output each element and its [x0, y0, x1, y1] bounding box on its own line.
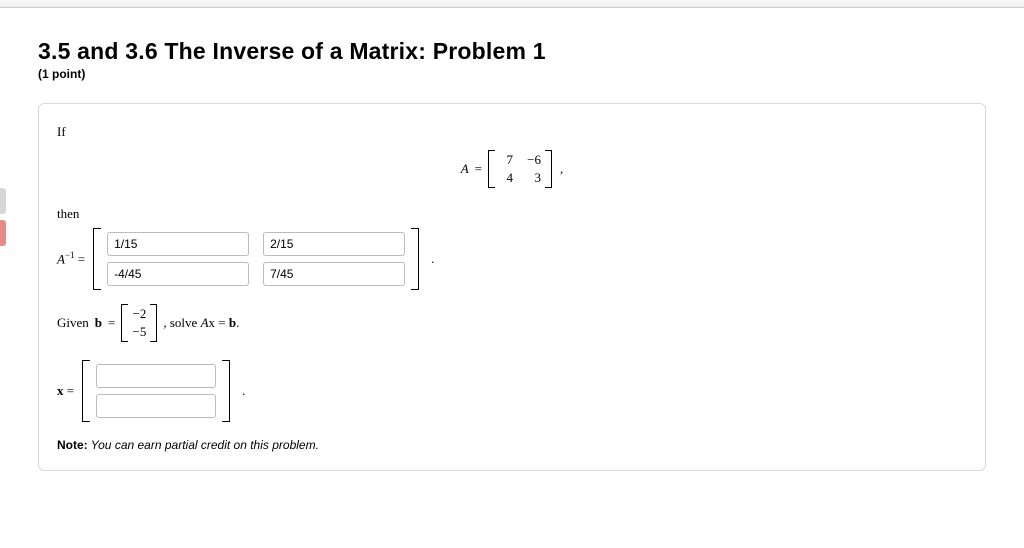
matrix-A: 7 −6 4 3: [488, 150, 552, 188]
toolbar-divider: [0, 0, 1024, 8]
problem-points: (1 point): [38, 67, 986, 81]
A-inverse-row: A−1 = .: [57, 228, 967, 290]
A-inverse-matrix: [93, 228, 419, 290]
if-text: If: [57, 124, 967, 140]
Ainv-period: .: [427, 251, 434, 267]
Ainv-input-r2c2[interactable]: [263, 262, 405, 286]
given-text: Given: [57, 315, 89, 331]
then-text: then: [57, 206, 967, 222]
Ainv-input-r1c2[interactable]: [263, 232, 405, 256]
x-label: x =: [57, 383, 74, 399]
A-r2c2: 3: [527, 170, 541, 186]
x-vector-inputs: [82, 360, 230, 422]
equals-sign-b: =: [108, 315, 115, 331]
matrix-A-definition: A = 7 −6 4 3 ,: [57, 150, 967, 188]
x-period: .: [238, 383, 245, 399]
A-r1c1: 7: [499, 152, 513, 168]
A-r1c2: −6: [527, 152, 541, 168]
given-b-row: Given b = −2 −5 , solve Ax = b.: [57, 304, 967, 342]
x-input-r1[interactable]: [96, 364, 216, 388]
problem-box: If A = 7 −6 4 3 , then: [38, 103, 986, 471]
Ainv-input-r1c1[interactable]: [107, 232, 249, 256]
page-content: 3.5 and 3.6 The Inverse of a Matrix: Pro…: [0, 0, 1024, 471]
A-r2c1: 4: [499, 170, 513, 186]
A-comma: ,: [558, 161, 563, 177]
b-r2: −5: [132, 324, 146, 340]
problem-title: 3.5 and 3.6 The Inverse of a Matrix: Pro…: [38, 38, 986, 65]
b-label: b: [95, 315, 102, 331]
b-r1: −2: [132, 306, 146, 322]
vector-b: −2 −5: [121, 304, 157, 342]
x-input-r2[interactable]: [96, 394, 216, 418]
side-tabs: [0, 188, 6, 248]
A-inverse-label: A−1 =: [57, 250, 85, 267]
partial-credit-note: Note: You can earn partial credit on thi…: [57, 438, 967, 452]
Ainv-input-r2c1[interactable]: [107, 262, 249, 286]
solve-text: , solve Ax = b.: [163, 315, 239, 331]
equals-sign: =: [475, 161, 482, 177]
A-label: A: [461, 161, 469, 177]
x-solution-row: x = .: [57, 360, 967, 422]
